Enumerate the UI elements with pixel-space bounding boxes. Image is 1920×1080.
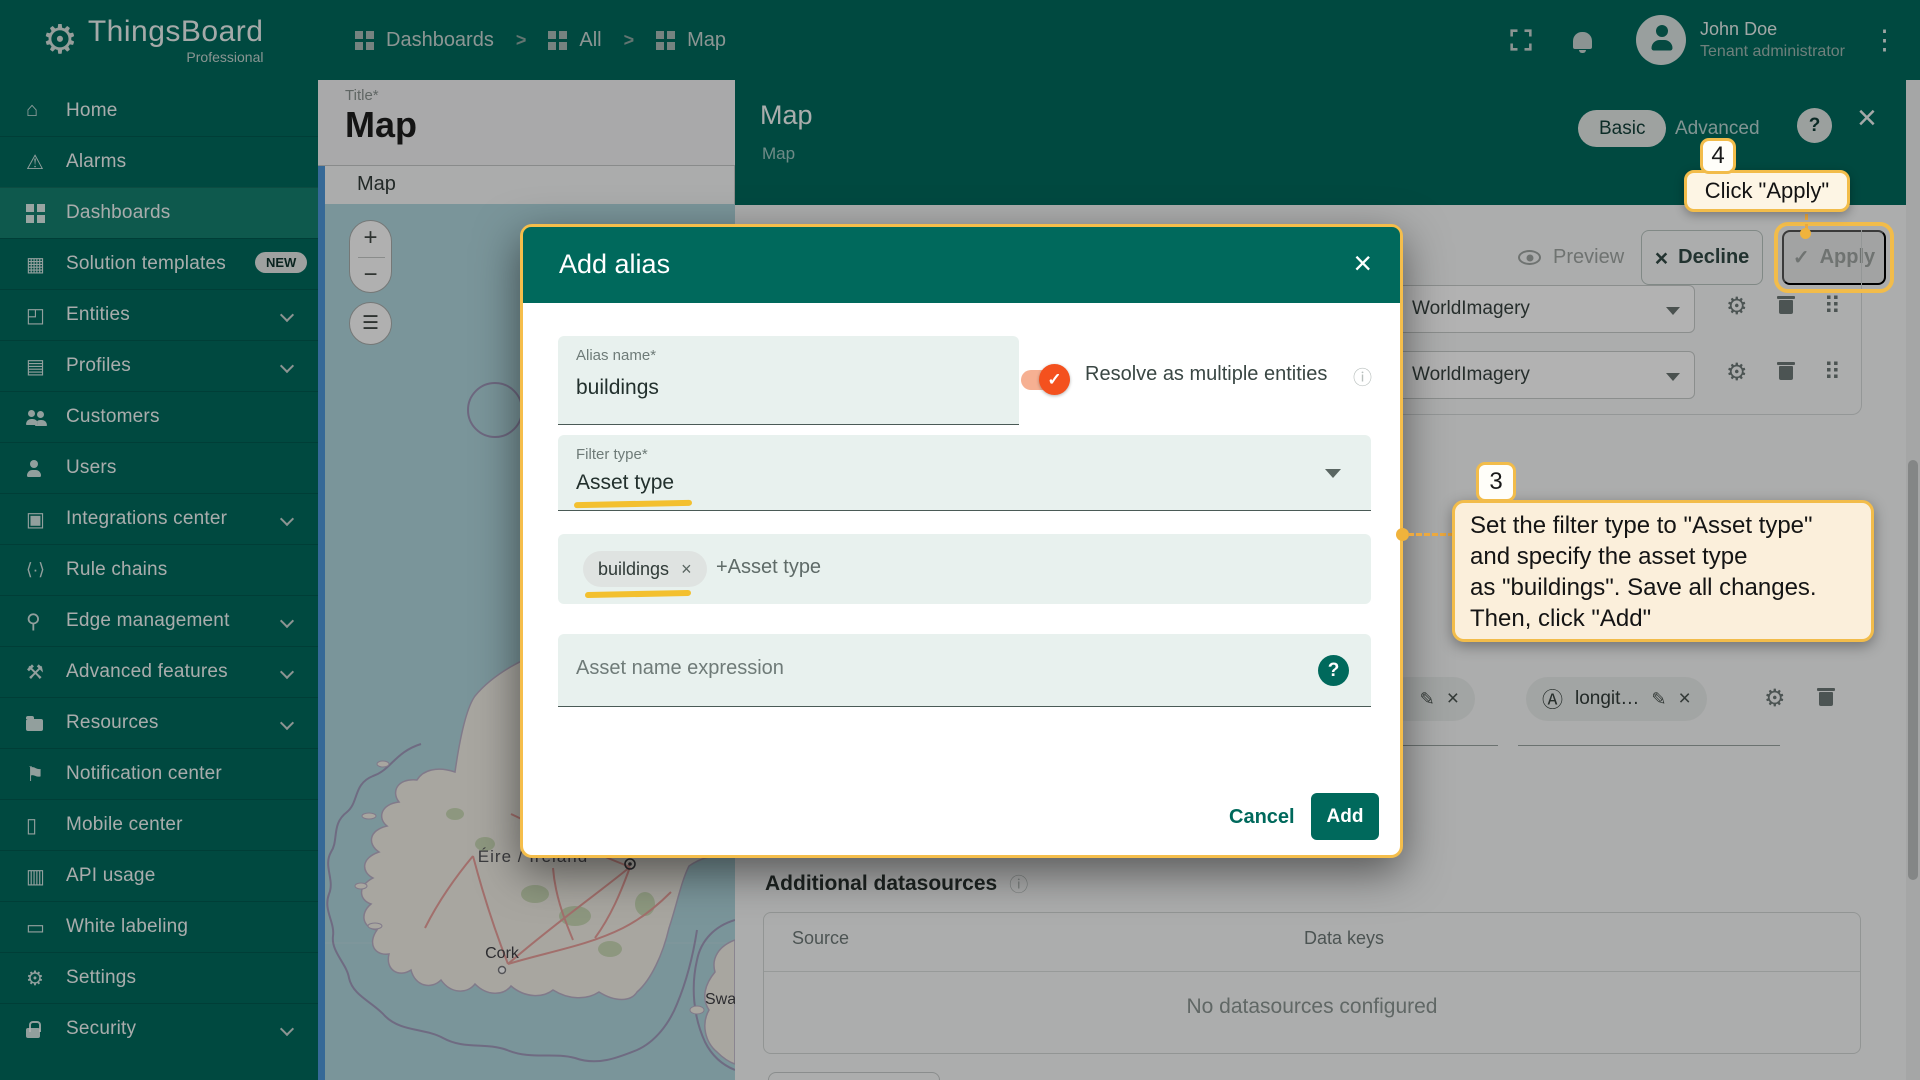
alias-name-label: Alias name* <box>576 347 656 364</box>
asset-type-list-field[interactable]: buildings × +Asset type <box>558 534 1371 604</box>
tutorial-step3-badge: 3 <box>1476 462 1516 502</box>
chevron-down-icon <box>1325 469 1341 478</box>
tutorial-connector-dot <box>1800 228 1811 239</box>
modal-header: Add alias × <box>523 227 1400 303</box>
asset-name-expression-placeholder: Asset name expression <box>576 657 784 680</box>
filter-type-select[interactable]: Filter type* Asset type <box>558 435 1371 511</box>
thingsboard-app: ⚙ ThingsBoard Professional Dashboards > … <box>0 0 1920 1080</box>
tutorial-step4-callout: Click "Apply" <box>1684 170 1850 212</box>
cancel-button[interactable]: Cancel <box>1223 805 1301 830</box>
asset-name-expression-field[interactable]: Asset name expression ? <box>558 634 1371 707</box>
toggle-check-icon: ✓ <box>1039 364 1070 395</box>
filter-type-value: Asset type <box>576 471 674 495</box>
close-icon[interactable]: × <box>1353 245 1372 281</box>
add-alias-modal: Add alias × Alias name* buildings ✓ Reso… <box>520 224 1403 858</box>
resolve-multiple-toggle[interactable]: ✓ <box>1021 370 1067 390</box>
add-button[interactable]: Add <box>1311 793 1379 840</box>
help-icon[interactable]: ? <box>1318 655 1349 686</box>
alias-name-field[interactable]: Alias name* buildings <box>558 336 1019 425</box>
tutorial-step3-callout: Set the filter type to "Asset type" and … <box>1452 500 1874 642</box>
alias-name-value: buildings <box>576 376 659 400</box>
filter-type-label: Filter type* <box>576 446 648 463</box>
tutorial-step4-badge: 4 <box>1700 138 1736 174</box>
tutorial-highlight-underline <box>585 590 691 598</box>
asset-type-chip-buildings[interactable]: buildings × <box>583 551 707 587</box>
tutorial-highlight-underline <box>574 500 692 508</box>
tutorial-connector-line <box>1408 533 1454 536</box>
info-icon: ⓘ <box>1353 363 1372 390</box>
close-icon[interactable]: × <box>681 559 692 580</box>
apply-button-highlight-ring <box>1774 222 1894 293</box>
resolve-multiple-label: Resolve as multiple entities <box>1085 363 1327 386</box>
modal-title: Add alias <box>559 249 670 280</box>
asset-type-placeholder: +Asset type <box>716 556 821 579</box>
